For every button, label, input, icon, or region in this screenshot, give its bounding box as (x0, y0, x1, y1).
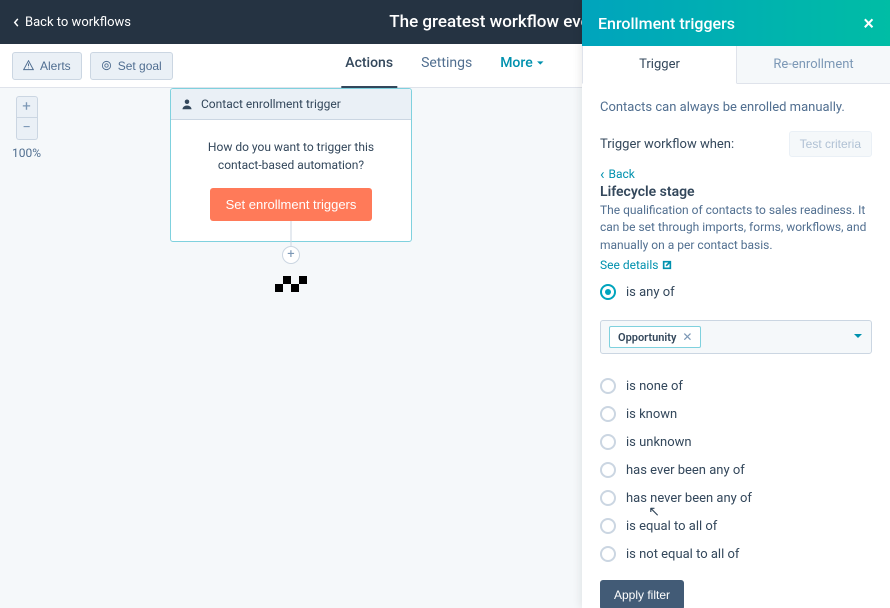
alerts-button[interactable]: Alerts (12, 52, 82, 80)
operator-equal-all[interactable]: is equal to all of (600, 518, 872, 534)
dropdown-caret[interactable] (853, 330, 863, 345)
token-opportunity: Opportunity ✕ (609, 326, 701, 348)
chevron-left-icon (12, 18, 21, 27)
back-link-label: Back (609, 167, 635, 181)
see-details-link[interactable]: See details (600, 258, 672, 272)
operator-is-any-of[interactable]: is any of (600, 284, 872, 300)
trigger-when-label: Trigger workflow when: (600, 137, 734, 152)
alert-icon (23, 60, 34, 71)
alerts-label: Alerts (40, 59, 71, 73)
operator-label: is unknown (626, 435, 692, 450)
back-link[interactable]: Back (600, 167, 635, 181)
close-icon[interactable]: × (863, 13, 874, 33)
chevron-down-icon (853, 331, 863, 341)
external-link-icon (662, 260, 672, 270)
operator-label: is known (626, 407, 677, 422)
operator-has-ever-been[interactable]: has ever been any of (600, 462, 872, 478)
operator-not-equal-all[interactable]: is not equal to all of (600, 546, 872, 562)
test-criteria-button[interactable]: Test criteria (789, 131, 872, 157)
manual-enroll-info: Contacts can always be enrolled manually… (600, 100, 872, 115)
operator-label: has ever been any of (626, 463, 745, 478)
zoom-level: 100% (12, 146, 41, 160)
operator-is-none-of[interactable]: is none of (600, 378, 872, 394)
operator-is-known[interactable]: is known (600, 406, 872, 422)
main-tabs: Actions Settings More (345, 55, 544, 77)
end-marker (275, 276, 307, 292)
panel-title: Enrollment triggers (598, 14, 735, 33)
connector-line (291, 221, 292, 247)
contact-icon (181, 98, 193, 110)
workflow-title: The greatest workflow ever (389, 12, 595, 32)
trigger-card-question: How do you want to trigger this contact-… (185, 138, 397, 174)
operator-has-never-been[interactable]: has never been any of (600, 490, 872, 506)
zoom-controls: + − 100% (12, 96, 41, 160)
trigger-card-header: Contact enrollment trigger (171, 89, 411, 120)
radio-icon (600, 378, 616, 394)
tab-reenrollment[interactable]: Re-enrollment (737, 46, 890, 83)
operator-label: is any of (626, 285, 675, 300)
value-select[interactable]: Opportunity ✕ (600, 320, 872, 354)
enrollment-triggers-panel: Enrollment triggers × Trigger Re-enrollm… (582, 0, 890, 608)
radio-icon (600, 434, 616, 450)
zoom-out-button[interactable]: − (16, 118, 38, 140)
panel-body: Contacts can always be enrolled manually… (582, 84, 890, 608)
radio-icon (600, 462, 616, 478)
trigger-card-title: Contact enrollment trigger (201, 97, 341, 111)
set-goal-button[interactable]: Set goal (90, 52, 173, 80)
add-action-node[interactable]: + (282, 246, 300, 264)
set-enrollment-triggers-button[interactable]: Set enrollment triggers (210, 188, 373, 221)
enrollment-trigger-card[interactable]: Contact enrollment trigger How do you wa… (170, 88, 412, 242)
operator-label: is none of (626, 379, 683, 394)
trigger-when-row: Trigger workflow when: Test criteria (600, 131, 872, 157)
chevron-down-icon (537, 59, 545, 67)
operator-radio-list: is any of Opportunity ✕ is none of is kn… (600, 284, 872, 562)
token-label: Opportunity (618, 331, 676, 344)
tab-actions[interactable]: Actions (345, 55, 393, 77)
operator-label: is equal to all of (626, 519, 717, 534)
radio-icon (600, 546, 616, 562)
zoom-in-button[interactable]: + (16, 96, 38, 118)
radio-icon (600, 490, 616, 506)
see-details-label: See details (600, 258, 658, 272)
property-description: The qualification of contacts to sales r… (600, 202, 872, 254)
panel-header: Enrollment triggers × (582, 0, 890, 46)
tab-settings[interactable]: Settings (421, 55, 472, 77)
operator-label: has never been any of (626, 491, 752, 506)
token-remove-icon[interactable]: ✕ (682, 330, 692, 344)
property-title: Lifecycle stage (600, 184, 872, 200)
radio-icon (600, 284, 616, 300)
tab-more[interactable]: More (500, 55, 545, 77)
operator-is-unknown[interactable]: is unknown (600, 434, 872, 450)
workflow-canvas[interactable]: + − 100% Contact enrollment trigger How … (0, 88, 582, 608)
radio-icon (600, 406, 616, 422)
tab-more-label: More (500, 55, 533, 71)
apply-filter-button[interactable]: Apply filter (600, 580, 684, 608)
back-label: Back to workflows (25, 15, 131, 30)
panel-tabs: Trigger Re-enrollment (582, 46, 890, 84)
back-to-workflows-link[interactable]: Back to workflows (12, 15, 131, 30)
operator-label: is not equal to all of (626, 547, 739, 562)
target-icon (101, 60, 112, 71)
radio-icon (600, 518, 616, 534)
tab-trigger[interactable]: Trigger (582, 46, 737, 84)
set-goal-label: Set goal (118, 59, 162, 73)
